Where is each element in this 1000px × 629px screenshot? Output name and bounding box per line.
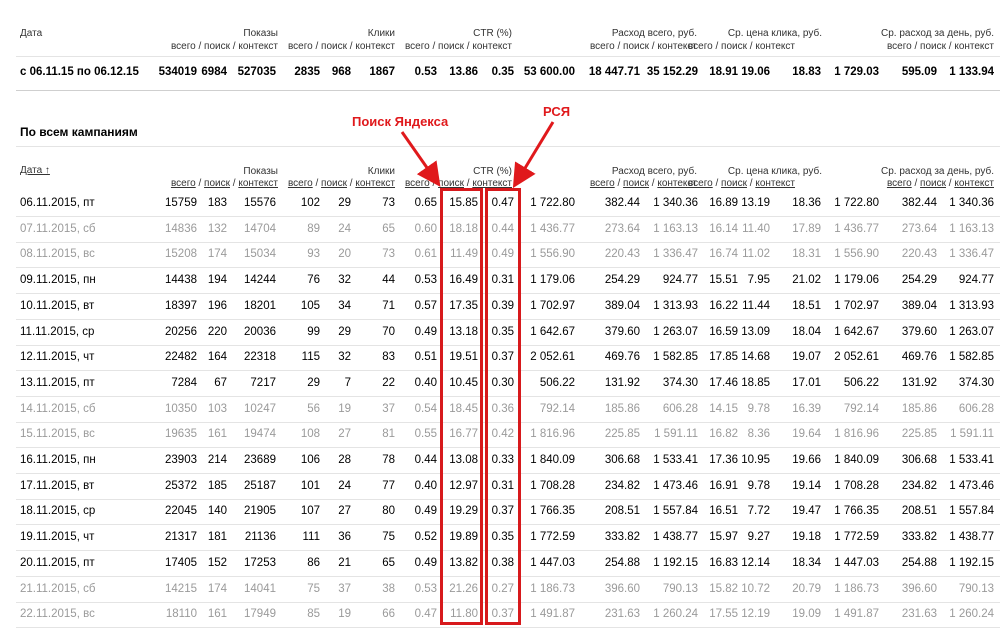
arrow-to-rsya-column xyxy=(512,121,555,189)
highlight-search-ctr xyxy=(440,188,483,625)
highlight-context-ctr xyxy=(485,188,521,625)
arrow-to-search-column xyxy=(400,131,441,187)
